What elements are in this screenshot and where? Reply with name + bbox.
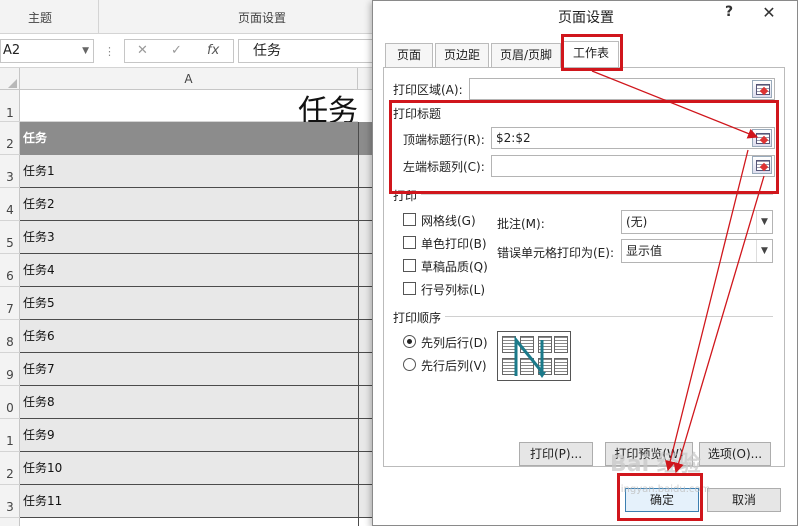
ribbon-group-page-setup[interactable]: 页面设置: [238, 9, 286, 26]
cell-b[interactable]: [359, 254, 372, 287]
task-cell[interactable]: 任务2: [20, 188, 358, 221]
print-button[interactable]: 打印(P)...: [519, 442, 593, 466]
row-headers: 1 2 3 4 5 6 7 8 9 0 1 2 3: [0, 90, 20, 526]
task-cell[interactable]: 任务11: [20, 485, 358, 518]
cancel-button[interactable]: 取消: [707, 488, 781, 512]
ribbon-separator: [98, 0, 99, 34]
page-order-preview-icon: [497, 331, 571, 381]
close-icon[interactable]: ✕: [745, 1, 793, 25]
row-header[interactable]: 1: [0, 90, 20, 122]
chevron-down-icon[interactable]: ▼: [82, 40, 89, 62]
title-cell[interactable]: 任务: [20, 90, 358, 129]
row-col-headings-checkbox[interactable]: [403, 282, 416, 295]
cell-errors-label: 错误单元格打印为(E):: [497, 246, 614, 260]
section-divider: [417, 194, 773, 195]
cell-b[interactable]: [359, 452, 372, 485]
dialog-title: 页面设置: [558, 10, 614, 26]
print-area-label: 打印区域(A):: [393, 83, 463, 97]
cancel-icon[interactable]: ✕: [137, 43, 148, 58]
row-header[interactable]: 3: [0, 485, 20, 518]
cell-b[interactable]: [359, 155, 372, 188]
gridlines-label[interactable]: 网格线(G): [421, 212, 476, 229]
page-order-arrow-icon: [514, 335, 546, 378]
print-area-input[interactable]: [469, 78, 775, 100]
over-then-down-radio[interactable]: [403, 358, 416, 371]
row-header[interactable]: 3: [0, 155, 20, 188]
row-header[interactable]: 2: [0, 122, 20, 155]
more-icon[interactable]: ⋮: [104, 45, 115, 58]
task-cell[interactable]: 任务1: [20, 155, 358, 188]
row-col-headings-label[interactable]: 行号列标(L): [421, 281, 485, 298]
cell-b[interactable]: [359, 320, 372, 353]
header-cell-b[interactable]: [359, 122, 372, 155]
function-icon[interactable]: fx: [207, 43, 219, 58]
cell-errors-value: 显示值: [626, 244, 663, 258]
comments-select[interactable]: (无) ▼: [621, 210, 773, 234]
cell-b[interactable]: [359, 221, 372, 254]
formula-buttons: ✕ ✓ fx: [124, 39, 234, 63]
enter-icon[interactable]: ✓: [171, 43, 182, 58]
draft-quality-checkbox[interactable]: [403, 259, 416, 272]
name-box[interactable]: A2 ▼: [0, 39, 94, 63]
row-header[interactable]: 9: [0, 353, 20, 386]
cell-b[interactable]: [359, 485, 372, 518]
row-header[interactable]: 5: [0, 221, 20, 254]
task-cell[interactable]: 任务10: [20, 452, 358, 485]
cell-b[interactable]: [359, 386, 372, 419]
black-white-label[interactable]: 单色打印(B): [421, 235, 487, 252]
column-border: [358, 122, 359, 526]
cell-b[interactable]: [359, 287, 372, 320]
task-cell[interactable]: 任务8: [20, 386, 358, 419]
task-cell[interactable]: 任务3: [20, 221, 358, 254]
annotation-box-print-titles: [389, 100, 779, 194]
row-header[interactable]: 6: [0, 254, 20, 287]
tab-page[interactable]: 页面: [385, 43, 433, 67]
page-setup-dialog: 页面设置 ? ✕ 页面 页边距 页眉/页脚 工作表 打印区域(A): 打印标题 …: [372, 0, 798, 526]
comments-label: 批注(M):: [497, 217, 545, 231]
draft-quality-label[interactable]: 草稿品质(Q): [421, 258, 488, 275]
down-then-over-radio[interactable]: [403, 335, 416, 348]
black-white-checkbox[interactable]: [403, 236, 416, 249]
task-cell[interactable]: 任务9: [20, 419, 358, 452]
row-header[interactable]: 0: [0, 386, 20, 419]
task-cell[interactable]: 任务5: [20, 287, 358, 320]
tab-margins[interactable]: 页边距: [435, 43, 489, 67]
row-header[interactable]: 1: [0, 419, 20, 452]
cell-b[interactable]: [359, 353, 372, 386]
comments-value: (无): [626, 215, 648, 229]
chevron-down-icon[interactable]: ▼: [756, 211, 772, 233]
row-header[interactable]: 7: [0, 287, 20, 320]
over-then-down-label[interactable]: 先行后列(V): [421, 357, 487, 374]
sheet-grid: 任务 任务 任务1 任务2 任务3 任务4 任务5 任务6 任务7 任务8 任务…: [20, 90, 372, 526]
help-icon[interactable]: ?: [725, 4, 733, 20]
chevron-down-icon[interactable]: ▼: [756, 240, 772, 262]
row-header[interactable]: 4: [0, 188, 20, 221]
header-cell[interactable]: 任务: [20, 122, 358, 155]
ribbon-group-theme[interactable]: 主题: [28, 9, 52, 26]
cell-b[interactable]: [359, 188, 372, 221]
row-header[interactable]: 8: [0, 320, 20, 353]
gridlines-checkbox[interactable]: [403, 213, 416, 226]
task-cell[interactable]: 任务4: [20, 254, 358, 287]
select-all-corner[interactable]: [0, 68, 20, 90]
task-cell[interactable]: 任务6: [20, 320, 358, 353]
options-button[interactable]: 选项(O)...: [699, 442, 771, 466]
task-cell[interactable]: 任务7: [20, 353, 358, 386]
cell-errors-select[interactable]: 显示值 ▼: [621, 239, 773, 263]
page-order-section: 打印顺序: [393, 309, 446, 326]
cell-b[interactable]: [359, 419, 372, 452]
annotation-box-sheet-tab: [561, 34, 623, 71]
name-box-value: A2: [3, 43, 21, 58]
down-then-over-label[interactable]: 先列后行(D): [421, 334, 488, 351]
row-header[interactable]: 2: [0, 452, 20, 485]
section-divider: [441, 316, 773, 317]
tab-header-footer[interactable]: 页眉/页脚: [491, 43, 561, 67]
annotation-box-ok: [617, 473, 703, 521]
select-all-icon: [8, 79, 17, 88]
range-select-icon[interactable]: [752, 80, 772, 98]
